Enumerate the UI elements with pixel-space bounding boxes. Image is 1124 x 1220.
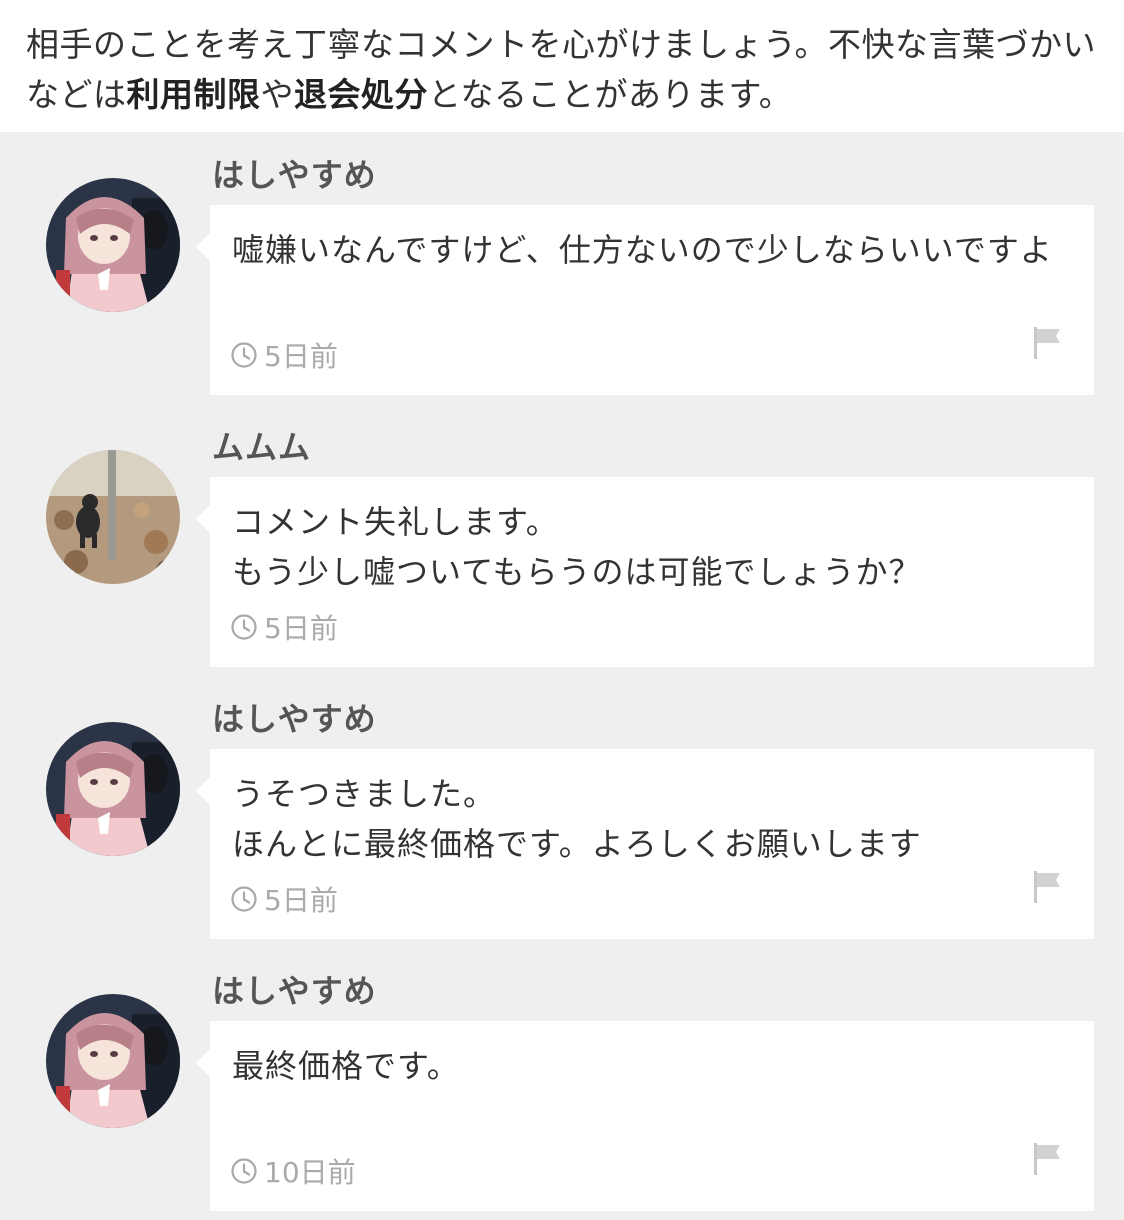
comment-bubble: コメント失礼します。 もう少し嘘ついてもらうのは可能でしょうか？ 5日前 <box>196 477 1094 667</box>
comment-meta: 5日前 <box>230 607 338 647</box>
avatar[interactable] <box>46 994 180 1128</box>
comment-text: コメント失礼します。 もう少し嘘ついてもらうのは可能でしょうか？ <box>232 503 922 591</box>
notice-text-2: や <box>260 75 294 114</box>
comment-text: 最終価格です。 <box>232 1047 460 1085</box>
comment-guideline-notice: 相手のことを考え丁寧なコメントを心がけましょう。不快な言葉づかいなどは利用制限や… <box>0 0 1124 132</box>
clock-icon <box>231 1158 257 1184</box>
comment-item: はしやすめ うそつきました。 ほんとに最終価格です。よろしくお願いします 5日前 <box>0 676 1124 948</box>
comment-bubble: うそつきました。 ほんとに最終価格です。よろしくお願いします 5日前 <box>196 749 1094 939</box>
comment-text: うそつきました。 ほんとに最終価格です。よろしくお願いします <box>232 775 922 863</box>
anime-girl-avatar-icon <box>46 178 180 312</box>
notice-bold-usage-restriction: 利用制限 <box>126 75 261 114</box>
comment-timestamp: 5日前 <box>264 884 338 917</box>
comment-item: ムムム コメント失礼します。 もう少し嘘ついてもらうのは可能でしょうか？ 5日前 <box>0 404 1124 676</box>
comment-meta: 5日前 <box>230 335 338 375</box>
report-flag-icon[interactable] <box>1030 325 1066 361</box>
comment-list: はしやすめ 嘘嫌いなんですけど、仕方ないので少しならいいですよ 5日前 ムムム … <box>0 132 1124 1220</box>
avatar[interactable] <box>46 722 180 856</box>
comment-username[interactable]: はしやすめ <box>212 150 377 196</box>
avatar[interactable] <box>46 450 180 584</box>
report-flag-icon[interactable] <box>1030 1141 1066 1177</box>
notice-bold-account-removal: 退会処分 <box>294 75 428 114</box>
comment-item: はしやすめ 嘘嫌いなんですけど、仕方ないので少しならいいですよ 5日前 <box>0 132 1124 404</box>
comment-username[interactable]: ムムム <box>212 422 311 468</box>
comment-item: はしやすめ 最終価格です。 10日前 <box>0 948 1124 1220</box>
clock-icon <box>231 886 257 912</box>
anime-girl-avatar-icon <box>46 722 180 856</box>
comment-timestamp: 5日前 <box>264 612 338 645</box>
comment-bubble: 最終価格です。 10日前 <box>196 1021 1094 1211</box>
comment-text: 嘘嫌いなんですけど、仕方ないので少しならいいですよ <box>232 231 1053 269</box>
notice-text-3: となることがあります。 <box>428 75 793 114</box>
report-flag-icon[interactable] <box>1030 869 1066 905</box>
comment-timestamp: 5日前 <box>264 340 338 373</box>
anime-girl-avatar-icon <box>46 994 180 1128</box>
comment-bubble: 嘘嫌いなんですけど、仕方ないので少しならいいですよ 5日前 <box>196 205 1094 395</box>
avatar[interactable] <box>46 178 180 312</box>
comment-username[interactable]: はしやすめ <box>212 966 377 1012</box>
comment-username[interactable]: はしやすめ <box>212 694 377 740</box>
comment-meta: 5日前 <box>230 879 338 919</box>
clock-icon <box>231 614 257 640</box>
clock-icon <box>231 342 257 368</box>
dog-photo-avatar-icon <box>46 450 180 584</box>
comment-meta: 10日前 <box>230 1151 356 1191</box>
comment-timestamp: 10日前 <box>264 1156 356 1189</box>
